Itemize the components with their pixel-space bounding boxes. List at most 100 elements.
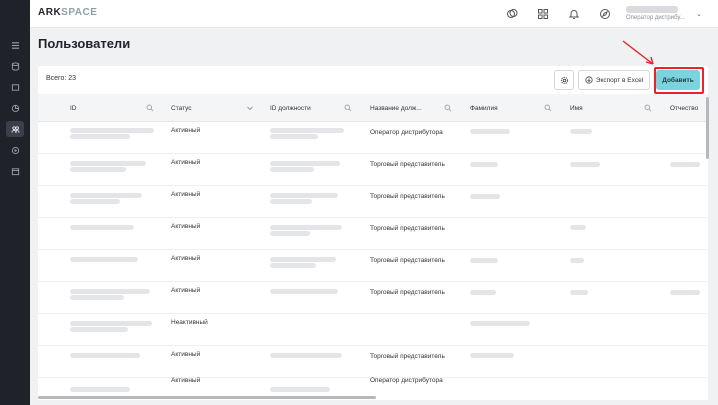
export-label: Экспорт в Excel	[595, 76, 644, 84]
user-menu[interactable]: Оператор дистрибу... ⌄	[626, 4, 706, 24]
apps-grid-icon[interactable]	[536, 7, 550, 21]
page-title: Пользователи	[38, 36, 131, 51]
redacted-cell	[70, 289, 150, 294]
search-icon	[644, 104, 652, 112]
status-cell: Активный	[171, 191, 201, 198]
redacted-cell	[570, 225, 586, 230]
users-table: ID Статус ID должности Название долж... …	[38, 94, 708, 400]
redacted-cell	[270, 231, 310, 236]
redacted-cell	[470, 321, 530, 326]
compass-icon[interactable]	[598, 7, 612, 21]
column-header-position-id[interactable]: ID должности	[270, 94, 311, 122]
target-icon[interactable]	[7, 143, 23, 157]
chart-icon[interactable]	[7, 101, 23, 115]
total-count: Всего: 23	[46, 75, 77, 82]
column-header-patronymic[interactable]: Отчество	[670, 94, 698, 122]
table-row[interactable]: Активный Торговый представитель	[38, 250, 708, 282]
status-cell: Активный	[171, 351, 201, 358]
download-icon	[585, 76, 593, 84]
redacted-cell	[570, 258, 584, 263]
redacted-cell	[270, 387, 330, 392]
redacted-cell	[70, 387, 130, 392]
users-icon[interactable]	[6, 121, 24, 137]
redacted-cell	[270, 263, 316, 268]
highlight-frame	[654, 67, 704, 94]
calendar-icon[interactable]	[7, 164, 23, 178]
vertical-scrollbar[interactable]	[706, 97, 709, 159]
table-row[interactable]: Активный Торговый представитель	[38, 218, 708, 250]
column-header-last-name[interactable]: Фамилия	[470, 94, 498, 122]
column-header-position-name[interactable]: Название долж...	[370, 94, 422, 122]
redacted-cell	[70, 257, 138, 262]
redacted-cell	[470, 290, 496, 295]
logo[interactable]: ARKSPACE	[38, 7, 97, 18]
column-header-status[interactable]: Статус	[171, 94, 192, 122]
redacted-cell	[270, 199, 312, 204]
column-header-first-name[interactable]: Имя	[570, 94, 583, 122]
position-name-cell: Торговый представитель	[370, 161, 445, 168]
redacted-cell	[570, 162, 600, 167]
currency-icon[interactable]	[505, 7, 519, 21]
bell-icon[interactable]	[567, 7, 581, 21]
column-header-position-id-search[interactable]	[344, 94, 354, 122]
position-name-cell: Торговый представитель	[370, 225, 445, 232]
redacted-cell	[70, 193, 142, 198]
redacted-cell	[670, 162, 700, 167]
redacted-cell	[70, 295, 124, 300]
search-icon	[444, 104, 452, 112]
position-name-cell: Торговый представитель	[370, 193, 445, 200]
status-cell: Активный	[171, 377, 201, 384]
list-icon[interactable]	[7, 38, 23, 52]
redacted-cell	[270, 353, 342, 358]
position-name-cell: Торговый представитель	[370, 257, 445, 264]
redacted-cell	[470, 194, 500, 199]
status-cell: Активный	[171, 159, 201, 166]
user-role: Оператор дистрибу...	[626, 15, 685, 21]
column-header-id[interactable]: ID	[70, 94, 77, 122]
redacted-cell	[270, 289, 338, 294]
table-row[interactable]: Активный Торговый представитель	[38, 154, 708, 186]
table-row[interactable]: Неактивный	[38, 314, 708, 346]
position-name-cell: Торговый представитель	[370, 289, 445, 296]
redacted-cell	[470, 162, 498, 167]
chevron-down-icon	[246, 104, 254, 112]
status-cell: Активный	[171, 127, 201, 134]
settings-button[interactable]	[554, 70, 574, 90]
redacted-cell	[70, 321, 152, 326]
redacted-cell	[270, 134, 318, 139]
redacted-cell	[270, 167, 314, 172]
redacted-cell	[270, 257, 336, 262]
redacted-cell	[570, 290, 588, 295]
gear-icon	[560, 76, 568, 84]
database-icon[interactable]	[7, 59, 23, 73]
redacted-cell	[470, 258, 498, 263]
table-row[interactable]: Активный Торговый представитель	[38, 346, 708, 378]
redacted-cell	[470, 129, 510, 134]
export-excel-button[interactable]: Экспорт в Excel	[578, 70, 650, 90]
redacted-cell	[70, 353, 140, 358]
column-header-last-name-search[interactable]	[544, 94, 554, 122]
redacted-cell	[270, 225, 342, 230]
search-icon	[344, 104, 352, 112]
position-name-cell: Оператор дистрибутора	[370, 377, 443, 384]
table-row[interactable]: Активный Торговый представитель	[38, 186, 708, 218]
table-toolbar: Всего: 23 Экспорт в Excel Добавить	[38, 66, 708, 94]
box-icon[interactable]	[7, 80, 23, 94]
status-cell: Активный	[171, 223, 201, 230]
redacted-cell	[570, 129, 592, 134]
position-name-cell: Оператор дистрибутора	[370, 129, 443, 136]
table-row[interactable]: Активный Оператор дистрибутора	[38, 122, 708, 154]
search-icon	[544, 104, 552, 112]
redacted-cell	[270, 128, 344, 133]
sidebar	[0, 0, 30, 405]
status-cell: Неактивный	[171, 319, 208, 326]
redacted-cell	[70, 167, 126, 172]
column-header-id-search[interactable]	[146, 94, 156, 122]
column-header-position-name-search[interactable]	[444, 94, 454, 122]
column-header-first-name-search[interactable]	[644, 94, 654, 122]
horizontal-scrollbar[interactable]	[38, 396, 376, 399]
search-icon	[146, 104, 154, 112]
table-row[interactable]: Активный Торговый представитель	[38, 282, 708, 314]
user-name-redacted	[626, 6, 678, 13]
column-header-status-filter[interactable]	[246, 94, 256, 122]
